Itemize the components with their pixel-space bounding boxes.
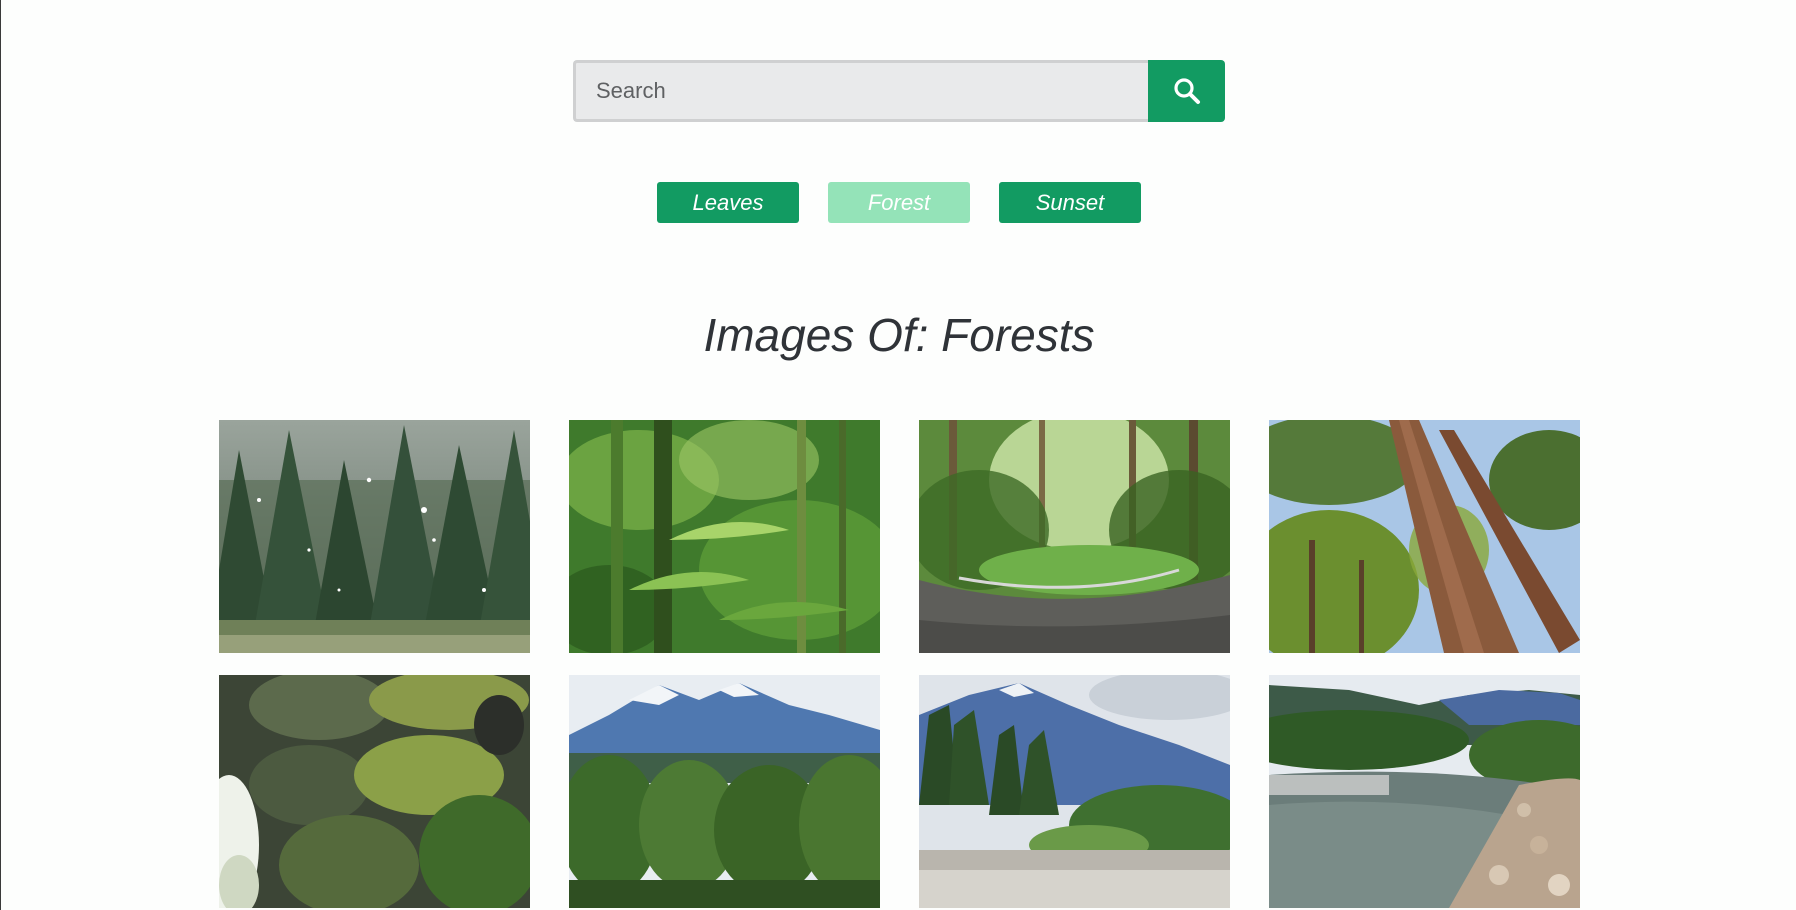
- search-icon: [1173, 78, 1200, 104]
- gallery-image-mossy-rocks[interactable]: [219, 675, 530, 908]
- gallery-image-tall-tree-trunks[interactable]: [1269, 420, 1580, 653]
- gallery-image-bamboo-leaves[interactable]: [569, 420, 880, 653]
- gallery-image-mountain-valley-river[interactable]: [919, 675, 1230, 908]
- image-gallery: [219, 420, 1580, 908]
- tag-filters: Leaves Forest Sunset: [657, 182, 1141, 223]
- tag-leaves[interactable]: Leaves: [657, 182, 799, 223]
- gallery-heading: Images Of: Forests: [703, 309, 1095, 361]
- gallery-image-mountain-forest[interactable]: [569, 675, 880, 908]
- tag-sunset[interactable]: Sunset: [999, 182, 1141, 223]
- gallery-image-forest-road[interactable]: [919, 420, 1230, 653]
- tag-forest[interactable]: Forest: [828, 182, 970, 223]
- gallery-image-river-rocky-shore[interactable]: [1269, 675, 1580, 908]
- search-bar: [573, 60, 1225, 122]
- search-input[interactable]: [573, 60, 1148, 122]
- gallery-image-snowy-pine-forest[interactable]: [219, 420, 530, 653]
- search-button[interactable]: [1148, 60, 1225, 122]
